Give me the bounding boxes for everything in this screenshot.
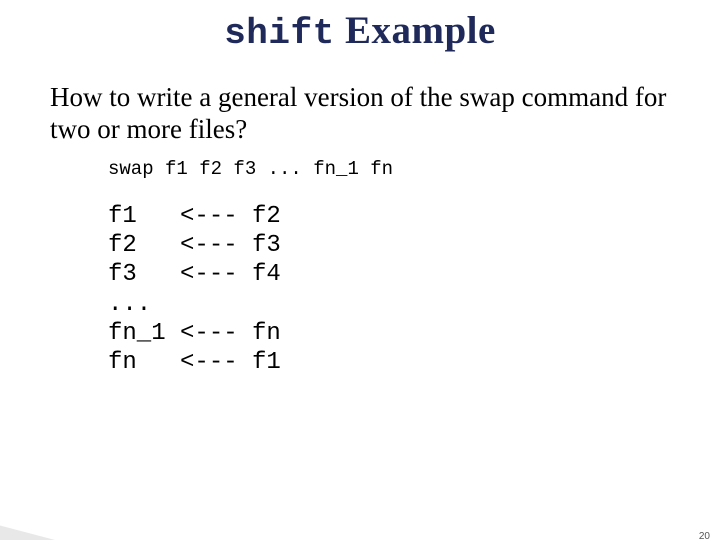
page-number: 20 xyxy=(699,531,710,540)
command-line: swap f1 f2 f3 ... fn_1 fn xyxy=(108,158,720,180)
slide: shift Example How to write a general ver… xyxy=(0,8,720,540)
body-text: How to write a general version of the sw… xyxy=(50,82,672,146)
title-code-word: shift xyxy=(224,13,335,54)
title-rest: Example xyxy=(335,9,496,52)
decorative-wedge xyxy=(0,348,540,540)
slide-title: shift Example xyxy=(0,8,720,54)
